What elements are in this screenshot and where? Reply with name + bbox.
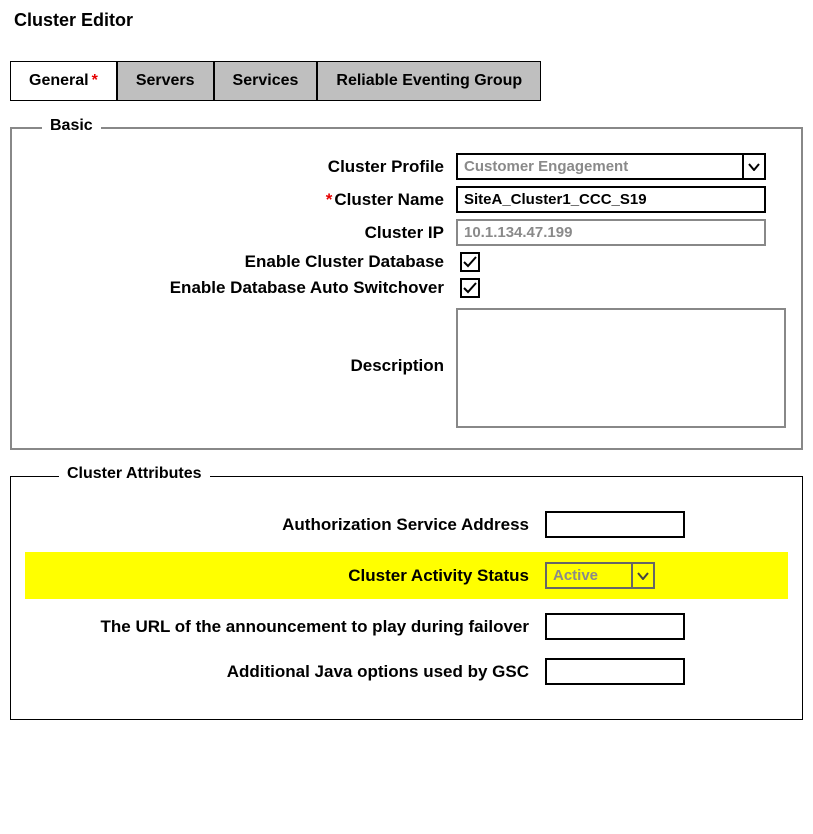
basic-legend: Basic [42,117,101,135]
cluster-ip-input[interactable] [456,219,766,246]
gsc-java-options-label: Additional Java options used by GSC [25,662,545,682]
gsc-java-options-input[interactable] [545,658,685,685]
tab-label: Services [233,72,299,89]
enable-auto-switchover-checkbox[interactable] [460,278,480,298]
cluster-activity-status-label: Cluster Activity Status [25,566,545,586]
failover-url-label: The URL of the announcement to play duri… [25,617,545,637]
required-star-icon: * [92,72,98,89]
cluster-profile-value: Customer Engagement [458,155,742,178]
check-icon [463,256,477,268]
description-textarea[interactable] [456,308,786,428]
failover-url-input[interactable] [545,613,685,640]
tab-bar: General* Servers Services Reliable Event… [10,61,803,101]
tab-general[interactable]: General* [10,61,117,101]
cluster-attributes-legend: Cluster Attributes [59,465,210,483]
tab-label: General [29,72,89,89]
check-icon [463,282,477,294]
basic-panel: Basic Cluster Profile Customer Engagemen… [10,127,803,450]
authorization-service-address-label: Authorization Service Address [25,515,545,535]
cluster-ip-label: Cluster IP [26,223,456,243]
required-star-icon: * [326,190,333,209]
tab-reliable-eventing-group[interactable]: Reliable Eventing Group [317,61,541,101]
cluster-activity-status-value: Active [547,564,631,587]
cluster-name-input[interactable] [456,186,766,213]
cluster-profile-label: Cluster Profile [26,157,456,177]
enable-cluster-database-checkbox[interactable] [460,252,480,272]
cluster-activity-status-row: Cluster Activity Status Active [25,552,788,599]
enable-cluster-database-label: Enable Cluster Database [26,252,456,272]
tab-label: Servers [136,72,195,89]
page-title: Cluster Editor [14,10,803,31]
description-label: Description [26,308,456,376]
cluster-activity-status-select[interactable]: Active [545,562,655,589]
cluster-name-label: Cluster Name [334,190,444,209]
tab-label: Reliable Eventing Group [336,72,522,89]
tab-servers[interactable]: Servers [117,61,214,101]
chevron-down-icon[interactable] [742,155,764,178]
enable-auto-switchover-label: Enable Database Auto Switchover [26,278,456,298]
chevron-down-icon[interactable] [631,564,653,587]
tab-services[interactable]: Services [214,61,318,101]
cluster-attributes-panel: Cluster Attributes Authorization Service… [10,476,803,720]
authorization-service-address-input[interactable] [545,511,685,538]
cluster-profile-select[interactable]: Customer Engagement [456,153,766,180]
